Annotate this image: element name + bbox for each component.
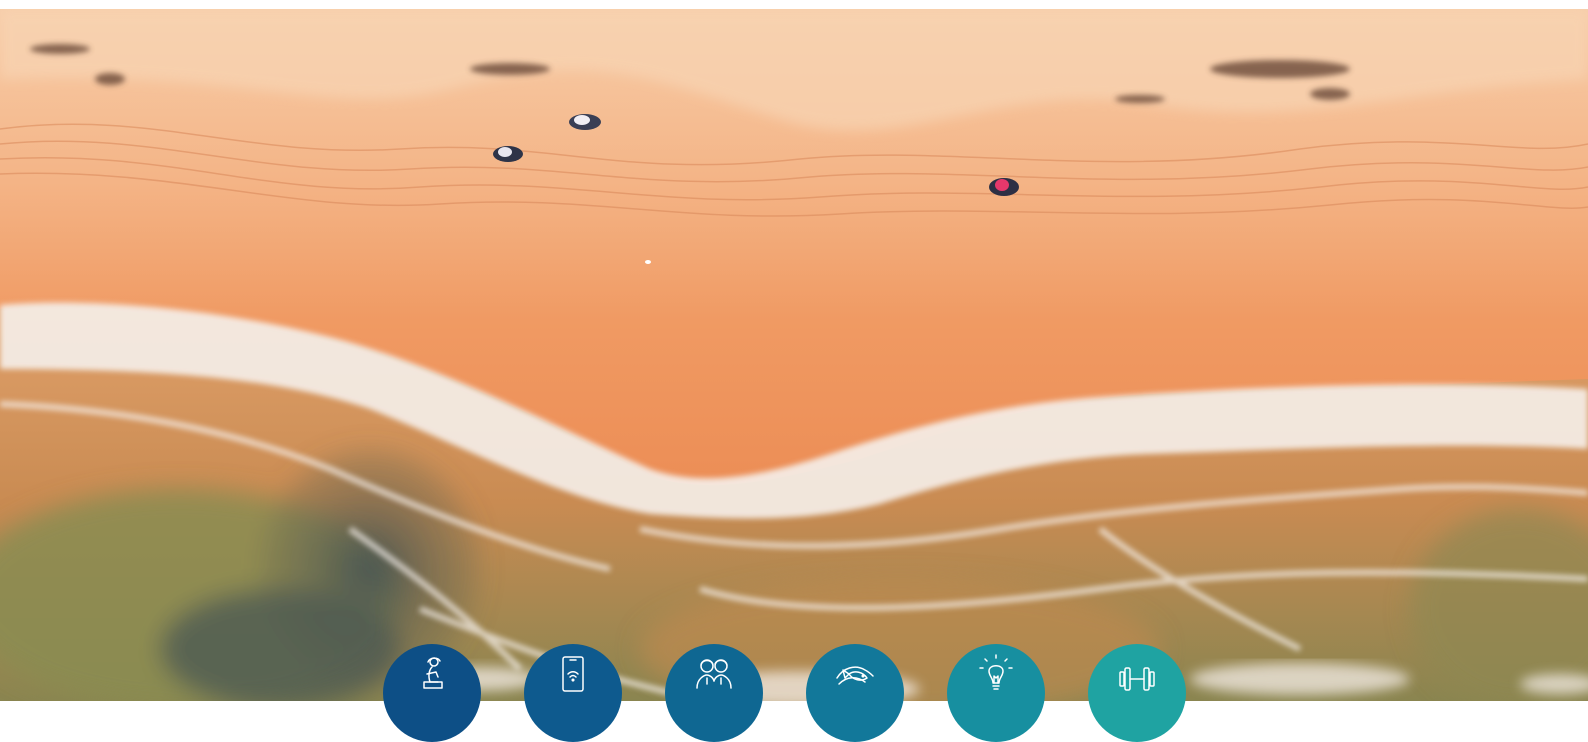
swimming-fish-icon bbox=[836, 666, 874, 685]
service-swim-button[interactable] bbox=[806, 644, 904, 742]
beach-aerial-image bbox=[0, 9, 1588, 701]
service-fitness-button[interactable] bbox=[1088, 644, 1186, 742]
tablet-wifi-icon bbox=[562, 656, 584, 692]
service-reading-button[interactable] bbox=[383, 644, 481, 742]
service-ideas-button[interactable] bbox=[947, 644, 1045, 742]
dumbbell-icon bbox=[1119, 667, 1155, 691]
two-people-icon bbox=[696, 659, 732, 689]
service-people-button[interactable] bbox=[665, 644, 763, 742]
reading-person-icon bbox=[423, 657, 443, 689]
service-tablet-button[interactable] bbox=[524, 644, 622, 742]
hero-banner: aerial-beach-photo bbox=[0, 9, 1588, 701]
service-icon-row bbox=[0, 644, 1588, 742]
lightbulb-icon bbox=[979, 654, 1013, 690]
